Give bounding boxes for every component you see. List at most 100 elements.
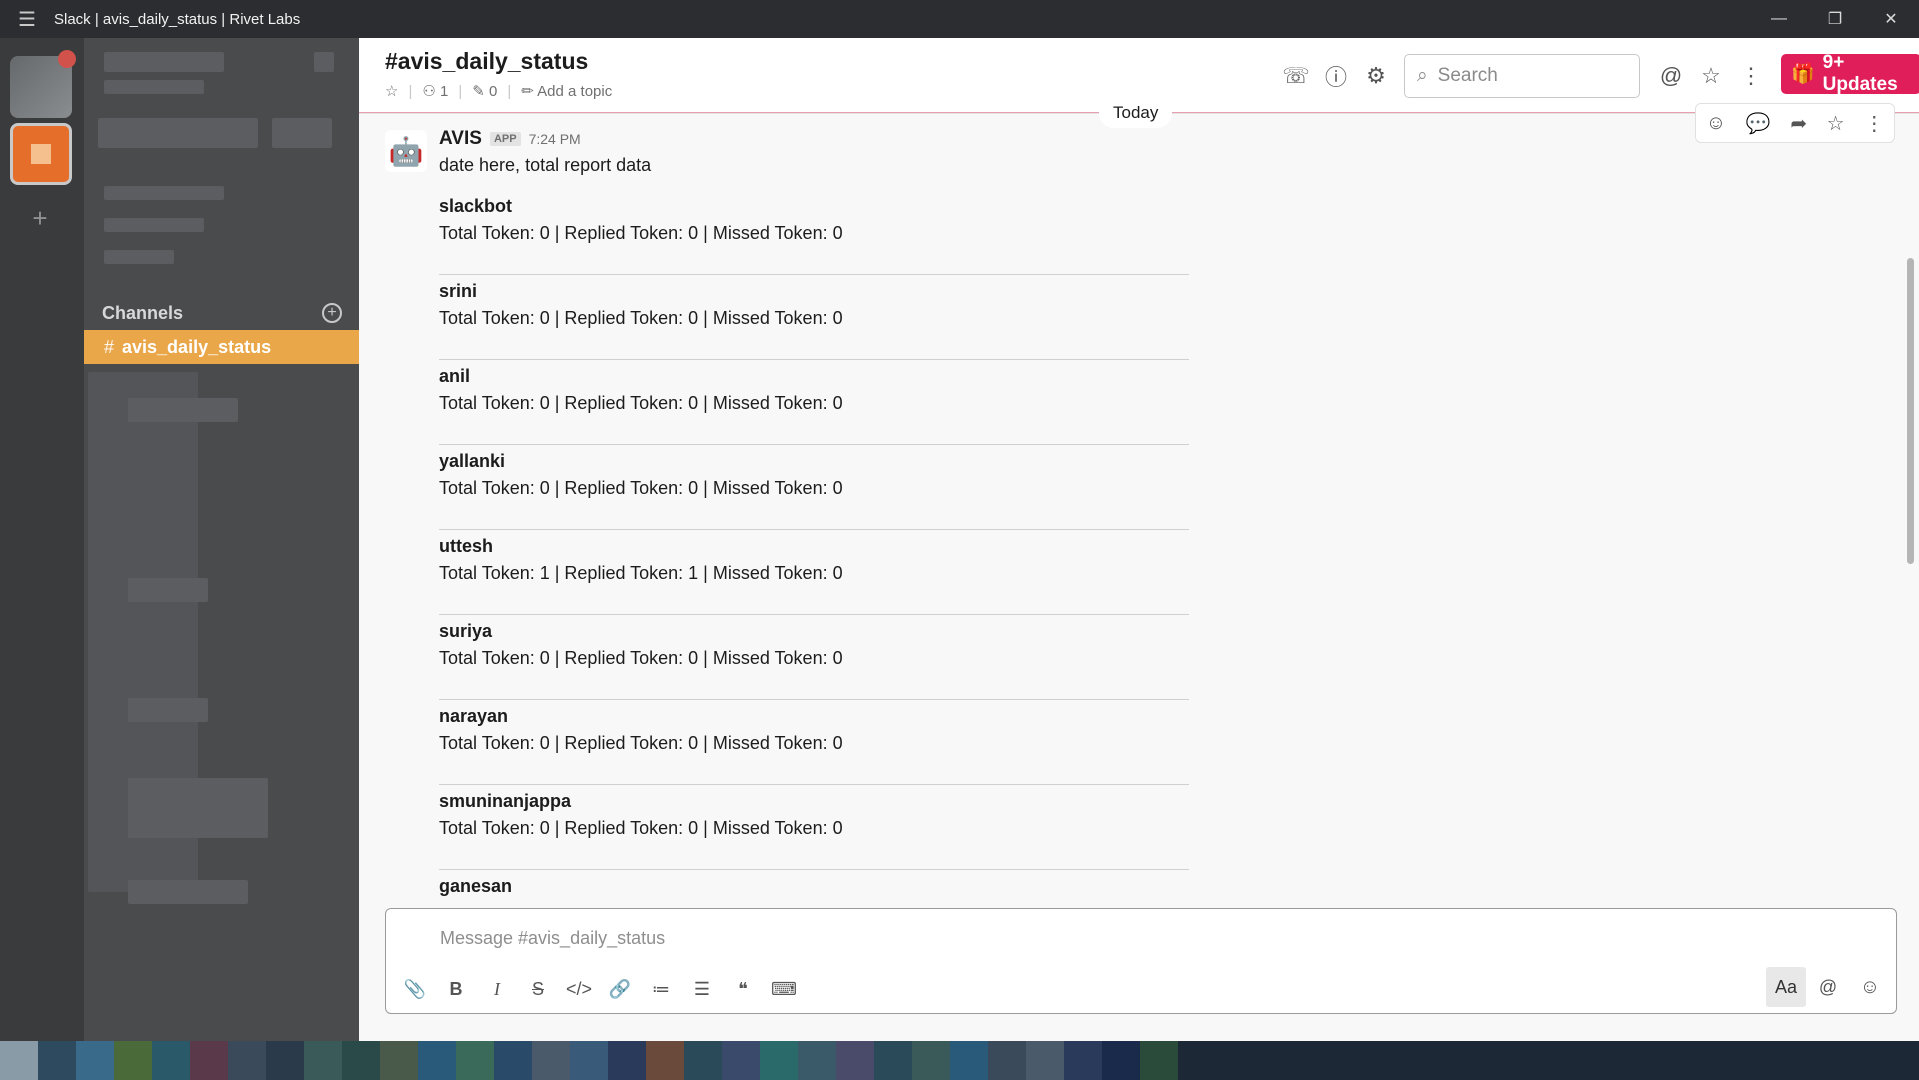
- taskbar-app-icon[interactable]: [228, 1041, 266, 1080]
- reply-thread-icon[interactable]: 💬: [1746, 111, 1771, 136]
- gift-icon: 🎁: [1791, 64, 1815, 85]
- ordered-list-icon[interactable]: ≔: [642, 971, 680, 1007]
- starred-icon[interactable]: ☆: [1691, 56, 1731, 96]
- bot-avatar[interactable]: 🤖: [385, 130, 427, 172]
- info-icon[interactable]: ⓘ: [1316, 56, 1356, 96]
- blockquote-icon[interactable]: ❝: [724, 971, 762, 1007]
- taskbar-app-icon[interactable]: [836, 1041, 874, 1080]
- taskbar-app-icon[interactable]: [570, 1041, 608, 1080]
- mentions-icon[interactable]: @: [1651, 56, 1691, 96]
- taskbar-app-icon[interactable]: [456, 1041, 494, 1080]
- channels-section-header: Channels +: [102, 302, 342, 324]
- taskbar-app-icon[interactable]: [114, 1041, 152, 1080]
- taskbar-app-icon[interactable]: [874, 1041, 912, 1080]
- taskbar-app-icon[interactable]: [988, 1041, 1026, 1080]
- taskbar-app-icon[interactable]: [684, 1041, 722, 1080]
- taskbar-app-icon[interactable]: [266, 1041, 304, 1080]
- italic-icon[interactable]: I: [478, 971, 516, 1007]
- phone-icon[interactable]: ☏: [1276, 56, 1316, 96]
- taskbar-app-icon[interactable]: [1064, 1041, 1102, 1080]
- close-icon[interactable]: ✕: [1863, 0, 1919, 38]
- pins-count[interactable]: ✎ 0: [472, 82, 497, 100]
- taskbar-app-icon[interactable]: [1140, 1041, 1178, 1080]
- code-block-icon[interactable]: ⌨: [765, 971, 803, 1007]
- format-toggle-button[interactable]: Aa: [1766, 967, 1806, 1007]
- taskbar-app-icon[interactable]: [76, 1041, 114, 1080]
- taskbar-app-icon[interactable]: [152, 1041, 190, 1080]
- report-user: narayan: [439, 706, 509, 726]
- taskbar-app-icon[interactable]: [608, 1041, 646, 1080]
- taskbar-app-icon[interactable]: [304, 1041, 342, 1080]
- message-actions: ☺ 💬 ➦ ☆ ⋮: [1695, 103, 1895, 143]
- sidebar-item-blurred[interactable]: [128, 698, 208, 722]
- code-icon[interactable]: </>: [560, 971, 598, 1007]
- messages-scrollbar[interactable]: [1907, 258, 1914, 564]
- taskbar-app-icon[interactable]: [1026, 1041, 1064, 1080]
- report-stats: Total Token: 0 | Replied Token: 0 | Miss…: [439, 648, 843, 668]
- sidebar-item-blurred[interactable]: [128, 880, 248, 904]
- taskbar-app-icon[interactable]: [1102, 1041, 1140, 1080]
- taskbar-app-icon[interactable]: [380, 1041, 418, 1080]
- notification-bell-blurred[interactable]: [314, 52, 334, 72]
- sidebar-item-blurred[interactable]: [128, 578, 208, 602]
- message-input[interactable]: [440, 923, 1840, 953]
- emoji-icon[interactable]: ☺: [1850, 967, 1890, 1007]
- compose-blurred[interactable]: [272, 118, 332, 148]
- sidebar-item-threads[interactable]: [104, 186, 224, 200]
- report-user: anil: [439, 366, 471, 386]
- gear-icon[interactable]: ⚙: [1356, 56, 1396, 96]
- add-reaction-icon[interactable]: ☺: [1706, 112, 1726, 135]
- report-stats: Total Token: 0 | Replied Token: 0 | Miss…: [439, 478, 843, 498]
- taskbar-app-icon[interactable]: [190, 1041, 228, 1080]
- workspace-switcher-2[interactable]: [10, 123, 72, 185]
- add-workspace-icon[interactable]: +: [22, 200, 58, 236]
- taskbar-app-icon[interactable]: [722, 1041, 760, 1080]
- taskbar-app-icon[interactable]: [494, 1041, 532, 1080]
- sidebar-item-avis-daily-status[interactable]: # avis_daily_status: [84, 330, 359, 364]
- workspace-switcher-1[interactable]: [10, 50, 76, 118]
- list-item: smuninanjappa Total Token: 0 | Replied T…: [439, 785, 1189, 870]
- channel-title[interactable]: #avis_daily_status: [385, 48, 588, 75]
- add-topic-link[interactable]: ✏ Add a topic: [521, 82, 612, 100]
- link-icon[interactable]: 🔗: [601, 971, 639, 1007]
- more-actions-icon[interactable]: ⋮: [1864, 111, 1884, 136]
- share-icon[interactable]: ➦: [1790, 111, 1807, 136]
- updates-button[interactable]: 🎁 9+ Updates: [1781, 52, 1919, 95]
- taskbar-app-icon[interactable]: [532, 1041, 570, 1080]
- sidebar-item-blurred[interactable]: [128, 398, 238, 422]
- jump-to-blurred[interactable]: [98, 118, 258, 148]
- taskbar-app-icon[interactable]: [646, 1041, 684, 1080]
- search-input[interactable]: ⌕ Search: [1404, 54, 1640, 98]
- list-item: uttesh Total Token: 1 | Replied Token: 1…: [439, 530, 1189, 615]
- taskbar-app-icon[interactable]: [38, 1041, 76, 1080]
- more-icon[interactable]: ⋮: [1731, 56, 1771, 96]
- message-text: date here, total report data: [439, 155, 652, 175]
- channels-label[interactable]: Channels: [102, 303, 183, 324]
- workspace-name-blurred[interactable]: [104, 52, 224, 72]
- sidebar-item-blurred[interactable]: [128, 778, 268, 838]
- sidebar-item-mentions[interactable]: [104, 218, 204, 232]
- hamburger-icon[interactable]: ☰: [0, 7, 54, 32]
- bold-icon[interactable]: B: [437, 971, 475, 1007]
- sender-name[interactable]: AVIS: [439, 128, 482, 150]
- restore-icon[interactable]: ❐: [1807, 0, 1863, 38]
- star-message-icon[interactable]: ☆: [1827, 111, 1845, 136]
- taskbar-app-icon[interactable]: [0, 1041, 38, 1080]
- taskbar-app-icon[interactable]: [950, 1041, 988, 1080]
- sidebar-item-saved[interactable]: [104, 250, 174, 264]
- message-time[interactable]: 7:24 PM: [529, 131, 581, 147]
- mention-icon[interactable]: @: [1808, 967, 1848, 1007]
- bulleted-list-icon[interactable]: ☰: [683, 971, 721, 1007]
- composer-right-actions: Aa @ ☺: [1766, 967, 1890, 1007]
- minimize-icon[interactable]: —: [1751, 0, 1807, 38]
- taskbar-app-icon[interactable]: [798, 1041, 836, 1080]
- taskbar-app-icon[interactable]: [760, 1041, 798, 1080]
- taskbar-app-icon[interactable]: [912, 1041, 950, 1080]
- taskbar-app-icon[interactable]: [342, 1041, 380, 1080]
- star-icon[interactable]: ☆: [385, 82, 398, 100]
- strikethrough-icon[interactable]: S: [519, 971, 557, 1007]
- attach-icon[interactable]: 📎: [396, 971, 434, 1007]
- add-channel-icon[interactable]: +: [322, 303, 342, 323]
- members-count[interactable]: ⚇ 1: [422, 82, 448, 100]
- taskbar-app-icon[interactable]: [418, 1041, 456, 1080]
